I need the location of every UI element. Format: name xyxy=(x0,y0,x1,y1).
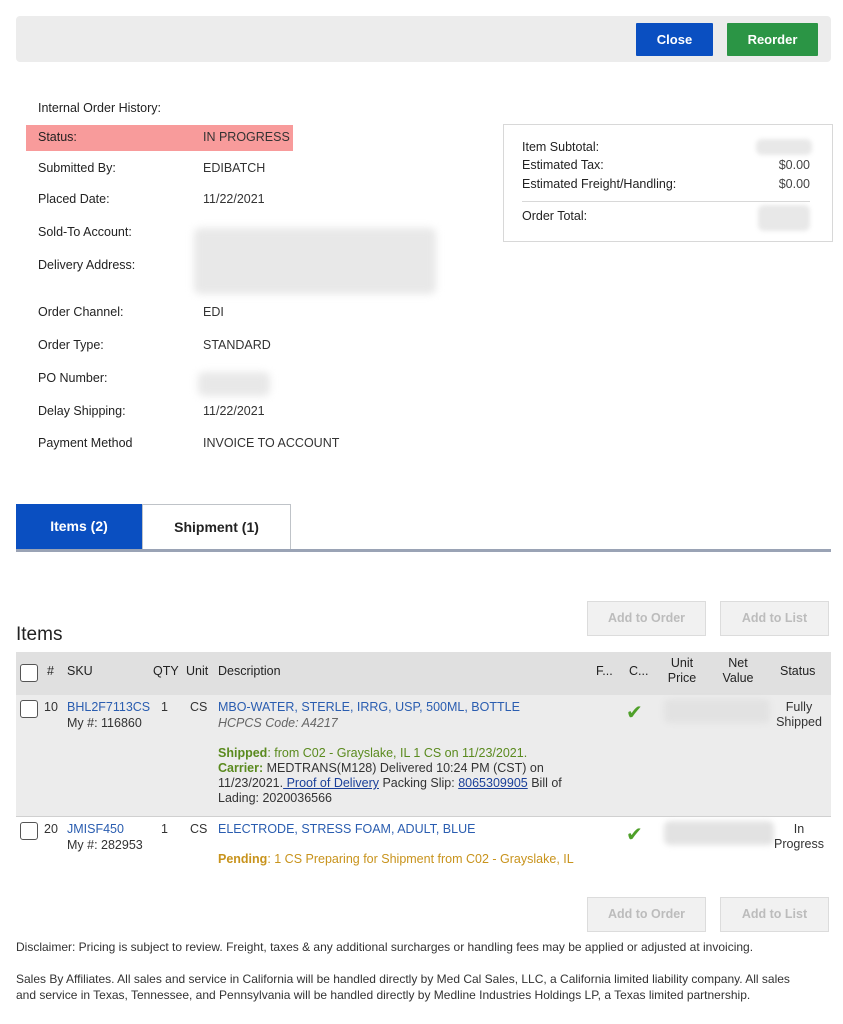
unit-value: CS xyxy=(190,822,208,836)
table-row: 20 JMISF450 My #: 282953 1 CS ELECTRODE,… xyxy=(16,816,831,886)
line-number: 10 xyxy=(44,700,58,714)
proof-of-delivery-link[interactable]: Proof of Delivery xyxy=(283,776,379,790)
payment-method-label: Payment Method xyxy=(38,436,133,450)
order-channel-value: EDI xyxy=(203,305,224,319)
col-line-number: # xyxy=(47,664,54,678)
estimated-freight-label: Estimated Freight/Handling: xyxy=(522,177,677,191)
payment-method-value: INVOICE TO ACCOUNT xyxy=(203,436,340,450)
tab-bar: Items (2) Shipment (1) xyxy=(16,504,831,552)
reorder-button[interactable]: Reorder xyxy=(727,23,818,56)
check-icon: ✔ xyxy=(626,702,643,724)
my-number: My #: 282953 xyxy=(67,838,143,852)
my-number: My #: 116860 xyxy=(67,716,142,730)
order-channel-row: Order Channel: EDI xyxy=(26,300,293,326)
status-value: IN PROGRESS xyxy=(203,130,290,144)
delay-shipping-label: Delay Shipping: xyxy=(38,404,126,418)
col-net-value[interactable]: Net Value xyxy=(722,656,754,686)
add-to-order-button-top[interactable]: Add to Order xyxy=(587,601,706,636)
qty-value: 1 xyxy=(161,700,168,714)
tab-items[interactable]: Items (2) xyxy=(16,504,142,549)
item-subtotal-label: Item Subtotal: xyxy=(522,140,600,154)
status-row: Status: IN PROGRESS xyxy=(26,125,293,151)
submitted-by-value: EDIBATCH xyxy=(203,161,266,175)
order-summary-box: Item Subtotal: Estimated Tax: $0.00 Esti… xyxy=(503,124,833,242)
col-unit[interactable]: Unit xyxy=(186,664,208,678)
table-row: 10 BHL2F7113CS My #: 116860 1 CS MBO-WAT… xyxy=(16,695,831,816)
po-number-label: PO Number: xyxy=(38,371,108,385)
estimated-tax-value: $0.00 xyxy=(778,158,810,172)
line-number: 20 xyxy=(44,822,58,836)
summary-divider xyxy=(522,201,810,202)
status-value: Fully Shipped xyxy=(776,700,822,729)
redacted-prices xyxy=(664,821,774,845)
description-link[interactable]: MBO-WATER, STERLE, IRRG, USP, 500ML, BOT… xyxy=(218,700,520,714)
add-to-list-button-bottom[interactable]: Add to List xyxy=(720,897,829,932)
order-type-value: STANDARD xyxy=(203,338,271,352)
add-to-order-button-bottom[interactable]: Add to Order xyxy=(587,897,706,932)
close-button[interactable]: Close xyxy=(636,23,713,56)
placed-date-label: Placed Date: xyxy=(38,192,110,206)
status-label: Status: xyxy=(38,130,77,144)
redacted-address xyxy=(194,228,436,294)
delay-shipping-row: Delay Shipping: 11/22/2021 xyxy=(26,399,293,425)
affiliates-notice: Sales By Affiliates. All sales and servi… xyxy=(16,972,790,1002)
pricing-disclaimer: Disclaimer: Pricing is subject to review… xyxy=(16,940,754,954)
redacted-po-number xyxy=(198,372,270,396)
sku-link[interactable]: BHL2F7113CS xyxy=(67,700,150,714)
estimated-freight-value: $0.00 xyxy=(778,177,810,191)
order-type-row: Order Type: STANDARD xyxy=(26,333,293,359)
col-f[interactable]: F... xyxy=(596,664,613,678)
redacted-order-total xyxy=(758,205,810,231)
order-channel-label: Order Channel: xyxy=(38,305,124,319)
estimated-tax-label: Estimated Tax: xyxy=(522,158,604,172)
tab-underline xyxy=(16,549,831,552)
delivery-address-label: Delivery Address: xyxy=(38,258,136,272)
sold-to-label: Sold-To Account: xyxy=(38,225,132,239)
redacted-subtotal xyxy=(756,139,812,155)
order-total-label: Order Total: xyxy=(522,209,588,223)
check-icon: ✔ xyxy=(626,824,643,846)
payment-method-row: Payment Method INVOICE TO ACCOUNT xyxy=(26,431,339,457)
col-description[interactable]: Description xyxy=(218,664,281,678)
packing-slip-link[interactable]: 8065309905 xyxy=(458,776,528,790)
order-history-header: Internal Order History: xyxy=(38,101,161,115)
items-heading: Items xyxy=(16,624,63,645)
col-qty[interactable]: QTY xyxy=(153,664,179,678)
add-to-list-button-top[interactable]: Add to List xyxy=(720,601,829,636)
redacted-prices xyxy=(664,699,770,723)
tab-shipment[interactable]: Shipment (1) xyxy=(142,504,291,549)
shipment-details: Shipped: from C02 - Grayslake, IL 1 CS o… xyxy=(218,746,562,805)
row-checkbox[interactable] xyxy=(20,700,38,718)
col-unit-price[interactable]: Unit Price xyxy=(666,656,698,686)
col-status[interactable]: Status xyxy=(780,664,815,678)
sku-link[interactable]: JMISF450 xyxy=(67,822,124,836)
placed-date-row: Placed Date: 11/22/2021 xyxy=(26,187,293,213)
unit-value: CS xyxy=(190,700,208,714)
placed-date-value: 11/22/2021 xyxy=(203,192,265,206)
submitted-by-row: Submitted By: EDIBATCH xyxy=(26,156,293,182)
items-table-header: # SKU QTY Unit Description F... C... Uni… xyxy=(16,652,831,695)
description-link[interactable]: ELECTRODE, STRESS FOAM, ADULT, BLUE xyxy=(218,822,475,836)
submitted-by-label: Submitted By: xyxy=(38,161,116,175)
select-all-checkbox[interactable] xyxy=(20,664,38,682)
pending-details: Pending: 1 CS Preparing for Shipment fro… xyxy=(218,852,574,866)
row-checkbox[interactable] xyxy=(20,822,38,840)
status-value: In Progress xyxy=(773,822,825,851)
hcpcs-code: HCPCS Code: A4217 xyxy=(218,716,338,730)
col-sku[interactable]: SKU xyxy=(67,664,93,678)
qty-value: 1 xyxy=(161,822,168,836)
order-type-label: Order Type: xyxy=(38,338,104,352)
col-c[interactable]: C... xyxy=(629,664,648,678)
delay-shipping-value: 11/22/2021 xyxy=(203,404,265,418)
